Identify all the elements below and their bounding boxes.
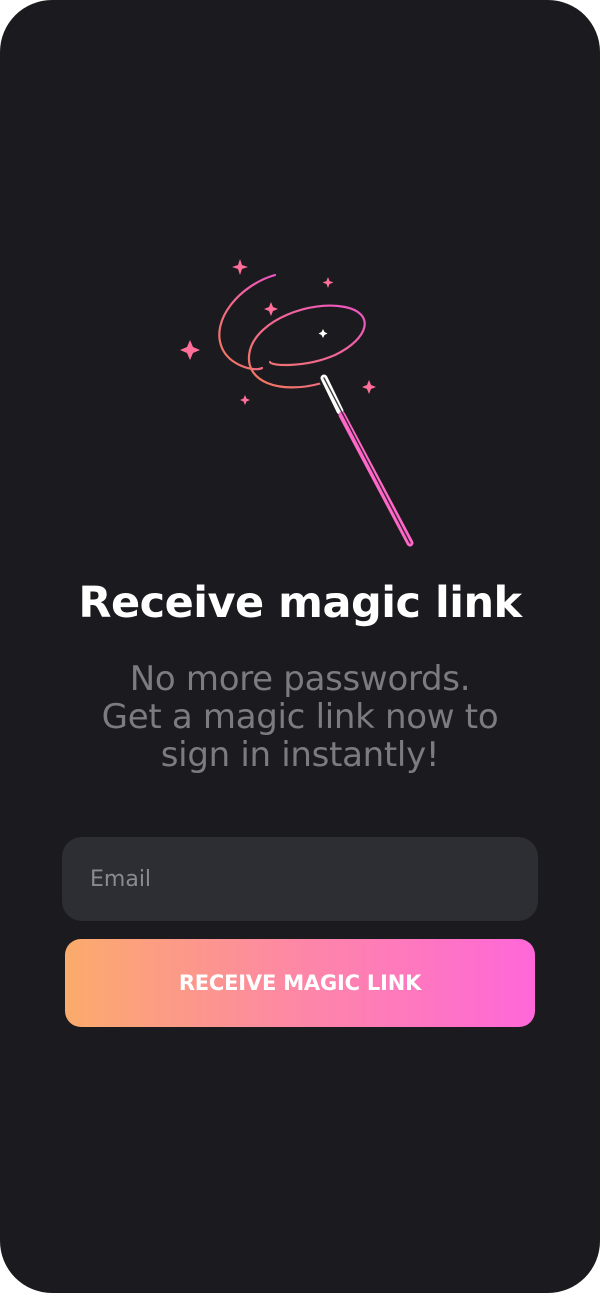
magic-wand-icon	[180, 259, 417, 551]
page-subtitle: No more passwords. Get a magic link now …	[40, 660, 560, 774]
sparkle-icon	[362, 380, 376, 394]
subtitle-line: Get a magic link now to	[101, 697, 499, 737]
email-field[interactable]	[62, 837, 538, 921]
sparkle-icon	[180, 340, 200, 360]
sparkle-icon	[264, 302, 278, 316]
magic-wand-illustration	[170, 250, 430, 560]
page-title: Receive magic link	[78, 578, 522, 628]
receive-magic-link-button[interactable]: RECEIVE MAGIC LINK	[65, 939, 535, 1027]
subtitle-line: sign in instantly!	[160, 735, 440, 775]
email-field-container	[62, 837, 538, 921]
screen: Receive magic link No more passwords. Ge…	[0, 0, 600, 1293]
subtitle-line: No more passwords.	[129, 659, 471, 699]
sparkle-icon	[318, 329, 328, 338]
sparkle-icon	[232, 259, 248, 275]
sparkle-icon	[240, 395, 250, 405]
sparkle-icon	[322, 277, 334, 288]
